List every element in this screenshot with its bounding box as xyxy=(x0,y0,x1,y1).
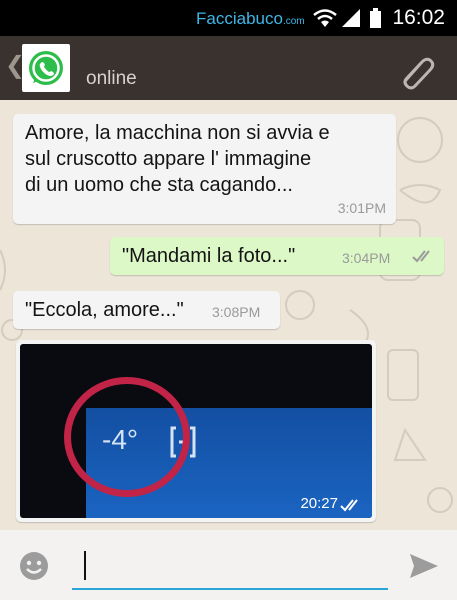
double-check-icon xyxy=(412,250,430,263)
status-brand: Facciabuco.com xyxy=(196,9,305,28)
wifi-icon xyxy=(313,9,337,27)
signal-icon xyxy=(342,9,360,27)
image-time: 20:27 xyxy=(300,495,338,512)
paperclip-icon[interactable] xyxy=(396,50,436,90)
chat-area[interactable]: Amore, la macchina non si avvia e sul cr… xyxy=(0,100,457,530)
message-bubble-incoming[interactable]: Amore, la macchina non si avvia e sul cr… xyxy=(13,114,396,224)
status-time: 16:02 xyxy=(392,6,445,29)
message-time: 3:01PM xyxy=(337,200,386,216)
smiley-icon[interactable] xyxy=(18,550,50,582)
message-text: "Mandami la foto..." xyxy=(122,245,296,267)
whatsapp-logo-icon xyxy=(22,44,70,92)
message-time: 3:04PM xyxy=(342,250,391,266)
text-cursor xyxy=(84,551,86,580)
message-text: Amore, la macchina non si avvia e sul cr… xyxy=(25,122,330,196)
message-text: "Eccola, amore..." xyxy=(25,299,184,321)
message-input-bar xyxy=(0,530,457,600)
message-bubble-incoming[interactable]: "Eccola, amore..." 3:08PM xyxy=(13,291,280,329)
contact-status: online xyxy=(86,68,137,89)
highlight-circle xyxy=(64,377,190,497)
message-bubble-outgoing[interactable]: "Mandami la foto..." 3:04PM xyxy=(110,237,444,275)
double-check-icon xyxy=(340,499,358,512)
avatar[interactable] xyxy=(22,44,70,92)
image-message-photo[interactable]: -4° 20:27 xyxy=(20,344,372,518)
status-bar: Facciabuco.com 16:02 xyxy=(0,0,457,36)
chat-header: ❮ online xyxy=(0,36,457,100)
status-icons xyxy=(313,8,381,28)
message-time: 3:08PM xyxy=(212,304,261,320)
battery-icon xyxy=(370,8,381,28)
message-input[interactable] xyxy=(72,546,388,590)
send-icon[interactable] xyxy=(408,550,440,582)
